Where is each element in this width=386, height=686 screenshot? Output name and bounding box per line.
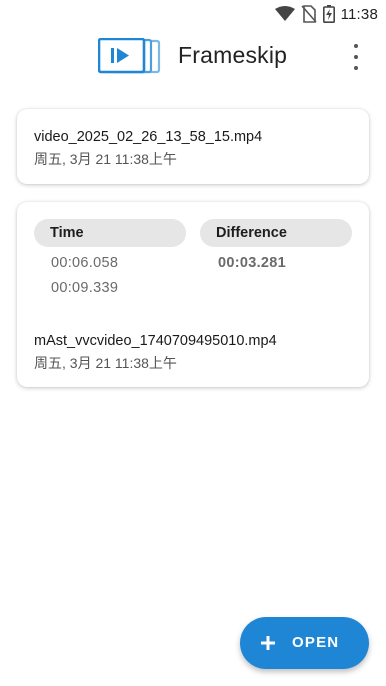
- time-header-pill: Time: [34, 219, 186, 247]
- file-date: 周五, 3月 21 11:38上午: [34, 355, 177, 371]
- status-bar: 11:38: [0, 0, 386, 28]
- battery-charging-icon: [322, 5, 335, 23]
- open-button-label: OPEN: [292, 634, 340, 651]
- time-header: Time: [50, 225, 84, 241]
- difference-value: 00:03.281: [218, 255, 287, 271]
- difference-header-pill: Difference: [200, 219, 352, 247]
- open-button[interactable]: OPEN: [240, 617, 369, 669]
- plus-icon: [261, 636, 275, 650]
- status-time: 11:38: [340, 5, 378, 23]
- overflow-menu-button[interactable]: [346, 44, 366, 70]
- no-sim-icon: [300, 5, 317, 23]
- time-value: 00:06.058: [51, 255, 119, 271]
- wifi-icon: [274, 6, 295, 21]
- status-icons: 11:38: [274, 4, 378, 24]
- file-name: mAst_vvcvideo_1740709495010.mp4: [34, 333, 277, 349]
- app-title: Frameskip: [178, 42, 288, 68]
- dot-icon: [354, 66, 358, 70]
- file-date: 周五, 3月 21 11:38上午: [34, 151, 177, 167]
- difference-header: Difference: [216, 225, 287, 241]
- file-name: video_2025_02_26_13_58_15.mp4: [34, 129, 263, 145]
- comparison-card[interactable]: Time Difference 00:06.058 00:09.339 00:0…: [17, 202, 369, 387]
- dot-icon: [354, 55, 358, 59]
- frameskip-logo-icon: [98, 38, 161, 74]
- app-bar: Frameskip: [0, 28, 386, 84]
- dot-icon: [354, 44, 358, 48]
- file-card[interactable]: video_2025_02_26_13_58_15.mp4 周五, 3月 21 …: [17, 109, 369, 184]
- time-value: 00:09.339: [51, 280, 119, 296]
